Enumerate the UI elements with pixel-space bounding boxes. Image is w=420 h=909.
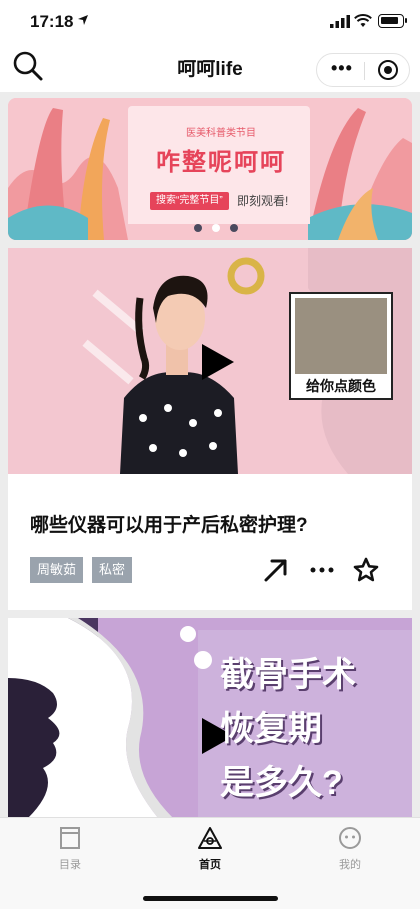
play-icon[interactable]: [202, 344, 234, 380]
home-indicator[interactable]: [143, 896, 278, 901]
carousel-dot-active[interactable]: [212, 224, 220, 232]
share-arrow-icon[interactable]: [262, 556, 290, 584]
banner-watch-now: 即刻观看!: [237, 194, 289, 208]
cellular-signal-icon: [330, 15, 350, 28]
video-thumbnail[interactable]: 给你点颜色: [8, 248, 412, 474]
video-card[interactable]: 给你点颜色 哪些仪器可以用于产后私密护理? 周敏茹 私密: [8, 248, 412, 610]
meme-face-image: [295, 298, 387, 374]
wifi-icon: [354, 14, 372, 27]
banner-search-pill: 搜索“完整节目”: [150, 192, 229, 210]
meme-caption: 给你点颜色: [306, 378, 376, 394]
tab-catalog[interactable]: 目录: [30, 826, 110, 872]
more-horizontal-icon[interactable]: [308, 556, 336, 584]
overlay-line: 恢复期: [220, 710, 322, 748]
promo-banner[interactable]: 医美科普类节目 咋整呢呵呵 搜索“完整节目” 即刻观看!: [8, 98, 412, 240]
carousel-dot[interactable]: [230, 224, 238, 232]
carousel-dot[interactable]: [194, 224, 202, 232]
tab-label: 首页: [199, 859, 221, 871]
status-bar: 17:18: [0, 0, 420, 44]
more-dots-icon[interactable]: •••: [331, 58, 353, 79]
video-title[interactable]: 哪些仪器可以用于产后私密护理?: [30, 510, 308, 537]
home-triangle-icon: [198, 826, 222, 850]
video-card[interactable]: 截骨手术 恢复期 是多久?: [8, 618, 412, 818]
banner-headline: 咋整呢呵呵: [156, 149, 286, 176]
bottom-tab-bar: 目录 首页 我的: [0, 817, 420, 909]
tag-author[interactable]: 周敏茹: [30, 557, 84, 583]
tab-label: 目录: [59, 859, 81, 871]
banner-subtitle: 医美科普类节目: [186, 128, 256, 139]
battery-tip: [405, 18, 407, 23]
thumbnail-overlay-text: 截骨手术 恢复期 是多久?: [220, 648, 400, 810]
profile-face-icon: [338, 826, 362, 850]
battery-icon: [378, 14, 404, 28]
capsule-divider: [364, 62, 365, 80]
overlay-line: 截骨手术: [220, 656, 356, 694]
mini-program-capsule: •••: [316, 53, 410, 87]
location-arrow-icon: [78, 15, 88, 25]
catalog-icon: [58, 826, 82, 850]
target-circle-icon[interactable]: [378, 60, 398, 80]
carousel-dots: [194, 219, 248, 237]
phone-screen: 17:18 呵呵life ••• 医美科普类节目 咋整呢呵呵 搜索“完整节目” …: [0, 0, 420, 909]
tab-profile[interactable]: 我的: [310, 826, 390, 872]
overlay-line: 是多久?: [220, 764, 343, 802]
status-time: 17:18: [30, 12, 74, 31]
meme-sticker: 给你点颜色: [289, 292, 393, 400]
tag-category[interactable]: 私密: [92, 557, 133, 583]
star-outline-icon[interactable]: [352, 556, 380, 584]
tab-home[interactable]: 首页: [170, 826, 250, 872]
navigation-bar: 呵呵life •••: [0, 44, 420, 92]
tab-label: 我的: [339, 859, 361, 871]
